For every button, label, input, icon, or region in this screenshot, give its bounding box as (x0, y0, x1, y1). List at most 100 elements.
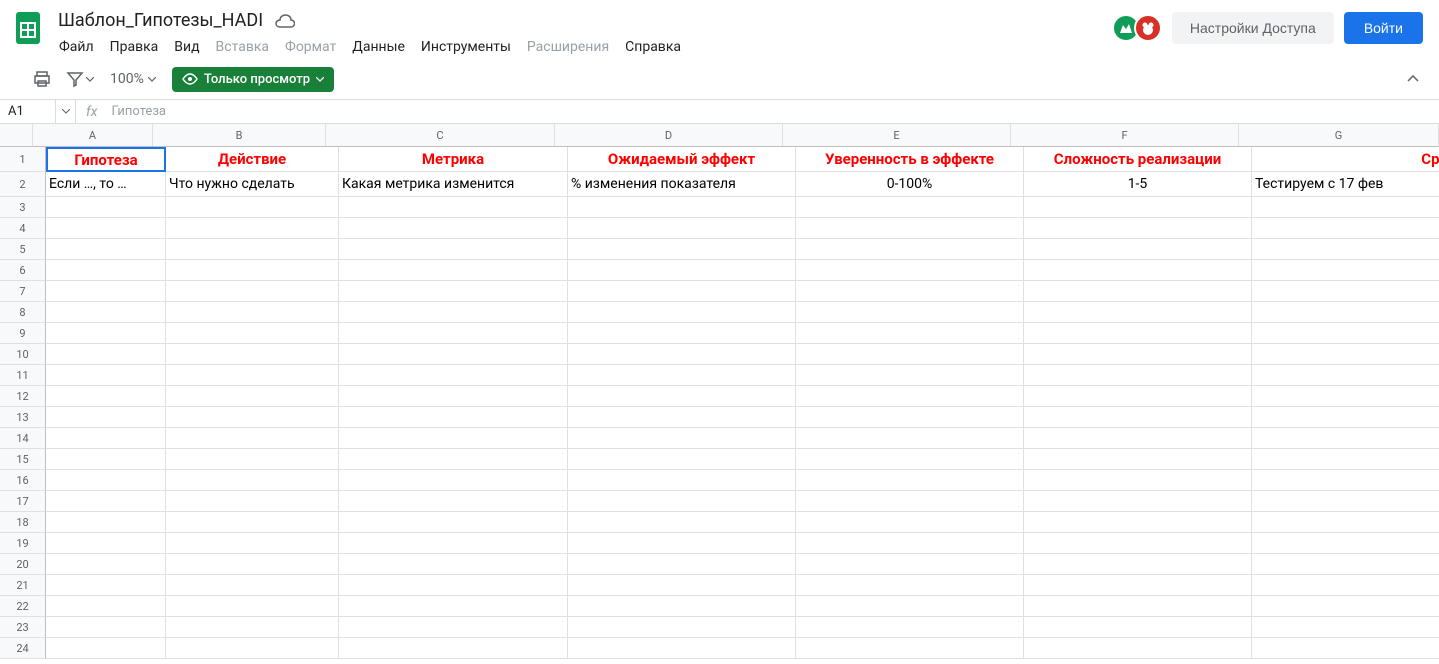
cell[interactable] (339, 344, 568, 365)
cell[interactable] (46, 491, 166, 512)
cell[interactable] (1024, 386, 1252, 407)
cell[interactable] (46, 554, 166, 575)
cell[interactable] (796, 554, 1024, 575)
cell[interactable] (1024, 554, 1252, 575)
row-header[interactable]: 7 (0, 281, 46, 302)
cell[interactable] (568, 596, 796, 617)
cell[interactable] (1252, 470, 1439, 491)
cell-g1[interactable]: Сро (1252, 147, 1439, 172)
cell-d1[interactable]: Ожидаемый эффект (568, 147, 796, 172)
cell[interactable] (1024, 575, 1252, 596)
cell[interactable] (166, 470, 339, 491)
select-all-corner[interactable] (0, 124, 33, 147)
col-header[interactable]: E (783, 124, 1011, 146)
cell[interactable] (1024, 260, 1252, 281)
cell-a2[interactable]: Если …, то … (46, 172, 166, 197)
cell[interactable] (1252, 491, 1439, 512)
cell[interactable] (339, 218, 568, 239)
cell[interactable] (1252, 239, 1439, 260)
cell[interactable] (568, 218, 796, 239)
cell[interactable] (1252, 533, 1439, 554)
cell[interactable] (339, 365, 568, 386)
cell[interactable] (339, 533, 568, 554)
cell[interactable] (339, 386, 568, 407)
cell[interactable] (1024, 281, 1252, 302)
cell[interactable] (1024, 407, 1252, 428)
row-header[interactable]: 2 (0, 172, 46, 197)
cell[interactable] (339, 428, 568, 449)
cell[interactable] (166, 407, 339, 428)
cell-a1[interactable]: Гипотеза (46, 147, 166, 172)
col-header[interactable]: C (326, 124, 555, 146)
row-header[interactable]: 8 (0, 302, 46, 323)
cloud-saved-icon[interactable] (275, 13, 295, 29)
cell[interactable] (46, 260, 166, 281)
cell[interactable] (166, 533, 339, 554)
cell[interactable] (796, 302, 1024, 323)
col-header[interactable]: F (1011, 124, 1239, 146)
cell[interactable] (339, 281, 568, 302)
cell[interactable] (1024, 197, 1252, 218)
cell[interactable] (46, 596, 166, 617)
avatar-anonymous-2[interactable] (1134, 14, 1162, 42)
cell-f2[interactable]: 1-5 (1024, 172, 1252, 197)
cell[interactable] (166, 512, 339, 533)
cell[interactable] (796, 386, 1024, 407)
cell[interactable] (796, 407, 1024, 428)
row-header[interactable]: 24 (0, 638, 46, 659)
cell[interactable] (166, 638, 339, 659)
print-icon[interactable] (28, 65, 56, 93)
row-header[interactable]: 15 (0, 449, 46, 470)
cell[interactable] (166, 449, 339, 470)
cell[interactable] (339, 596, 568, 617)
cell[interactable] (339, 512, 568, 533)
cell[interactable] (796, 575, 1024, 596)
cell[interactable] (46, 617, 166, 638)
cell[interactable] (796, 449, 1024, 470)
row-header[interactable]: 4 (0, 218, 46, 239)
cell[interactable] (46, 386, 166, 407)
cell-c2[interactable]: Какая метрика изменится (339, 172, 568, 197)
cell[interactable] (1252, 449, 1439, 470)
cell[interactable] (46, 323, 166, 344)
cell[interactable] (339, 260, 568, 281)
cell[interactable] (796, 596, 1024, 617)
cell[interactable] (46, 302, 166, 323)
cell[interactable] (1252, 596, 1439, 617)
cell[interactable] (568, 491, 796, 512)
cell[interactable] (568, 428, 796, 449)
cell-e2[interactable]: 0-100% (796, 172, 1024, 197)
login-button[interactable]: Войти (1344, 12, 1423, 44)
menu-help[interactable]: Справка (618, 35, 688, 59)
cell[interactable] (46, 533, 166, 554)
cell[interactable] (46, 575, 166, 596)
cell[interactable] (568, 323, 796, 344)
cell[interactable] (339, 575, 568, 596)
cell[interactable] (339, 617, 568, 638)
cell[interactable] (796, 365, 1024, 386)
cell[interactable] (166, 617, 339, 638)
cell[interactable] (796, 533, 1024, 554)
cell[interactable] (1252, 260, 1439, 281)
cell[interactable] (568, 386, 796, 407)
collapse-toolbar-icon[interactable] (1403, 68, 1423, 91)
cell[interactable] (166, 575, 339, 596)
cell-c1[interactable]: Метрика (339, 147, 568, 172)
menu-data[interactable]: Данные (345, 35, 412, 59)
share-button[interactable]: Настройки Доступа (1172, 12, 1334, 44)
menu-file[interactable]: Файл (52, 35, 101, 59)
cell[interactable] (1024, 449, 1252, 470)
cell[interactable] (166, 239, 339, 260)
cell[interactable] (1024, 239, 1252, 260)
cell-b1[interactable]: Действие (166, 147, 339, 172)
cell[interactable] (166, 302, 339, 323)
cell[interactable] (796, 197, 1024, 218)
cell[interactable] (796, 512, 1024, 533)
row-header[interactable]: 13 (0, 407, 46, 428)
row-header[interactable]: 21 (0, 575, 46, 596)
cell[interactable] (796, 281, 1024, 302)
cell[interactable] (1252, 386, 1439, 407)
cell[interactable] (339, 491, 568, 512)
cell[interactable] (339, 407, 568, 428)
cell[interactable] (46, 407, 166, 428)
